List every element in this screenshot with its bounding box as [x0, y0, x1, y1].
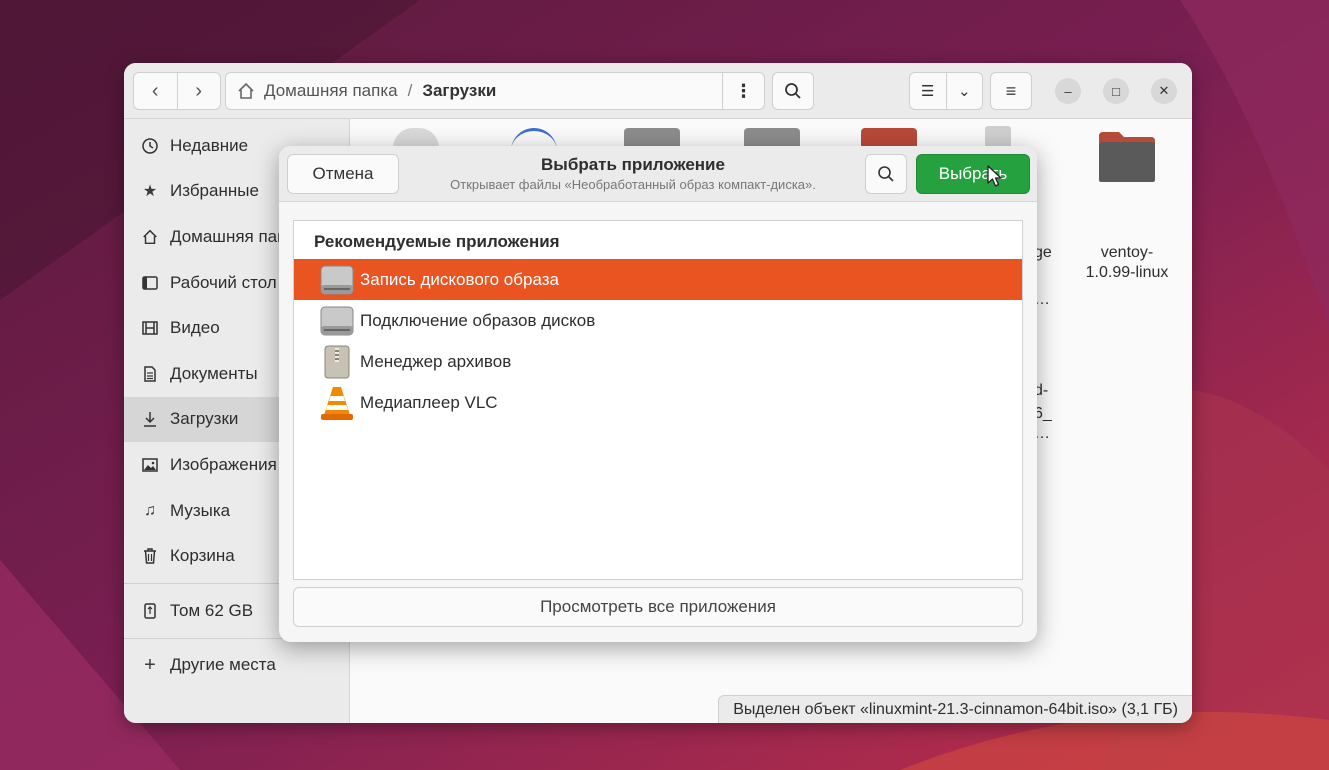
dialog-search-button[interactable] — [865, 154, 907, 194]
status-bar: Выделен объект «linuxmint-21.3-cinnamon-… — [718, 695, 1192, 723]
recommended-apps-list: Рекомендуемые приложения Запись дисковог… — [293, 220, 1023, 580]
desktop-icon — [140, 273, 160, 293]
usb-drive-icon — [140, 601, 160, 621]
sidebar-item-other-locations[interactable]: + Другие места — [124, 643, 349, 689]
forward-button[interactable]: › — [176, 73, 221, 109]
cancel-button[interactable]: Отмена — [287, 154, 399, 194]
maximize-button[interactable]: □ — [1103, 78, 1129, 104]
chevron-right-icon: › — [195, 79, 203, 102]
file-manager-headerbar: ‹ › Домашняя папка / Загрузки ⋮ ☰ ⌄ ≡ – … — [124, 63, 1192, 119]
clock-icon — [140, 136, 160, 156]
path-menu-button[interactable]: ⋮ — [722, 73, 764, 109]
mouse-cursor-icon — [987, 165, 1002, 187]
app-label: Запись дискового образа — [360, 269, 559, 289]
sidebar-item-label: Недавние — [170, 135, 249, 155]
star-icon: ★ — [142, 183, 158, 201]
folder-label-line: ventoy- — [1100, 244, 1154, 261]
sidebar-item-label: Изображения — [170, 454, 277, 474]
list-heading: Рекомендуемые приложения — [314, 232, 560, 251]
back-button[interactable]: ‹ — [134, 73, 177, 109]
select-button[interactable]: Выбрать — [916, 154, 1030, 194]
music-icon: ♫ — [144, 501, 156, 519]
app-label: Медиаплеер VLC — [360, 392, 498, 412]
sidebar-item-label: Том 62 GB — [170, 600, 254, 620]
view-options-button[interactable]: ⌄ — [945, 73, 983, 109]
trash-icon — [140, 546, 160, 566]
chevron-down-icon: ⌄ — [957, 83, 971, 100]
status-text: Выделен объект «linuxmint-21.3-cinnamon-… — [733, 700, 1178, 718]
maximize-icon: □ — [1112, 83, 1120, 99]
view-mode-group: ☰ ⌄ — [909, 72, 983, 110]
disk-drive-icon — [320, 304, 354, 338]
dialog-subtitle: Открывает файлы «Необработанный образ ко… — [450, 177, 816, 192]
sidebar-item-label: Другие места — [170, 655, 276, 675]
dialog-header: Отмена Выбрать приложение Открывает файл… — [279, 146, 1037, 202]
choose-application-dialog: Отмена Выбрать приложение Открывает файл… — [279, 146, 1037, 642]
sidebar-item-label: Документы — [170, 363, 258, 383]
search-icon — [785, 83, 801, 99]
path-current-segment[interactable]: Загрузки — [422, 81, 496, 101]
folder-label-line: 1.0.99-linux — [1085, 264, 1169, 281]
sidebar-item-label: Рабочий стол — [170, 272, 277, 292]
view-all-apps-button[interactable]: Просмотреть все приложения — [293, 587, 1023, 627]
hamburger-icon: ≡ — [1005, 80, 1017, 101]
app-row-disk-image-mounter[interactable]: Подключение образов дисков — [294, 300, 1022, 341]
chevron-left-icon: ‹ — [151, 79, 159, 102]
sidebar-item-label: Видео — [170, 318, 220, 338]
path-separator: / — [407, 81, 413, 100]
minimize-icon: – — [1064, 83, 1072, 99]
film-icon — [140, 318, 160, 338]
sidebar-item-label: Музыка — [170, 500, 231, 520]
plus-icon: + — [144, 653, 156, 676]
app-row-vlc[interactable]: Медиаплеер VLC — [294, 382, 1022, 423]
close-icon: ✕ — [1158, 83, 1170, 98]
app-row-archive-manager[interactable]: Менеджер архивов — [294, 341, 1022, 382]
home-icon — [140, 227, 160, 247]
search-button[interactable] — [772, 72, 814, 110]
path-bar[interactable]: Домашняя папка / Загрузки ⋮ — [225, 72, 765, 110]
minimize-button[interactable]: – — [1055, 78, 1081, 104]
list-view-icon: ☰ — [921, 83, 935, 100]
document-icon — [140, 364, 160, 384]
folder-icon[interactable] — [1097, 130, 1157, 184]
search-icon — [878, 166, 894, 182]
download-icon — [140, 409, 160, 429]
app-label: Подключение образов дисков — [360, 310, 596, 330]
app-label: Менеджер архивов — [360, 351, 512, 371]
sidebar-item-label: Избранные — [170, 181, 259, 201]
image-icon — [140, 455, 160, 475]
disk-drive-icon — [320, 263, 354, 297]
archive-icon — [320, 345, 354, 379]
list-view-button[interactable]: ☰ — [910, 73, 946, 109]
home-icon — [238, 82, 254, 99]
vlc-cone-icon — [320, 386, 354, 420]
dialog-title: Выбрать приложение — [541, 155, 725, 174]
main-menu-button[interactable]: ≡ — [990, 72, 1032, 110]
navigation-buttons: ‹ › — [133, 72, 221, 110]
sidebar-item-label: Корзина — [170, 546, 235, 566]
path-home-segment[interactable]: Домашняя папка — [264, 81, 398, 101]
vertical-dots-icon: ⋮ — [734, 80, 753, 101]
sidebar-item-label: Загрузки — [170, 409, 239, 429]
app-row-disk-image-writer[interactable]: Запись дискового образа — [294, 259, 1022, 300]
close-button[interactable]: ✕ — [1151, 78, 1177, 104]
folder-label[interactable]: ventoy- 1.0.99-linux — [1077, 243, 1177, 283]
